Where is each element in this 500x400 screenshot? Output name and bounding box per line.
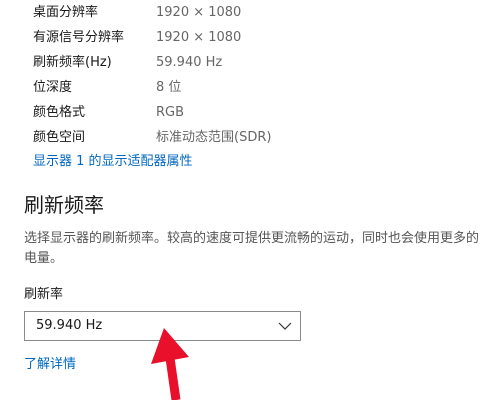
- info-label: 位深度: [33, 80, 73, 95]
- refresh-rate-section-title: 刷新频率: [24, 193, 104, 217]
- info-label: 桌面分辨率: [33, 5, 99, 20]
- info-label: 颜色空间: [33, 130, 86, 145]
- refresh-rate-label: 刷新率: [24, 287, 64, 302]
- display-settings-page: 桌面分辨率 1920 × 1080 有源信号分辨率 1920 × 1080 刷新…: [0, 0, 500, 400]
- info-value: RGB: [156, 105, 185, 120]
- info-value: 1920 × 1080: [156, 5, 242, 20]
- refresh-rate-selected-value: 59.940 Hz: [36, 318, 103, 333]
- refresh-rate-dropdown[interactable]: 59.940 Hz: [24, 311, 301, 341]
- chevron-down-icon: [278, 322, 292, 330]
- info-label: 有源信号分辨率: [33, 30, 125, 45]
- info-value: 8 位: [156, 80, 182, 95]
- refresh-rate-description: 选择显示器的刷新频率。较高的速度可提供更流畅的运动，同时也会使用更多的电量。: [24, 231, 480, 266]
- info-label: 颜色格式: [33, 105, 86, 120]
- learn-more-link[interactable]: 了解详情: [24, 354, 76, 376]
- info-value: 1920 × 1080: [156, 30, 242, 45]
- info-label: 刷新频率(Hz): [33, 55, 112, 70]
- display-adapter-properties-link[interactable]: 显示器 1 的显示适配器属性: [33, 151, 193, 173]
- info-value: 标准动态范围(SDR): [156, 130, 272, 145]
- info-value: 59.940 Hz: [156, 55, 223, 70]
